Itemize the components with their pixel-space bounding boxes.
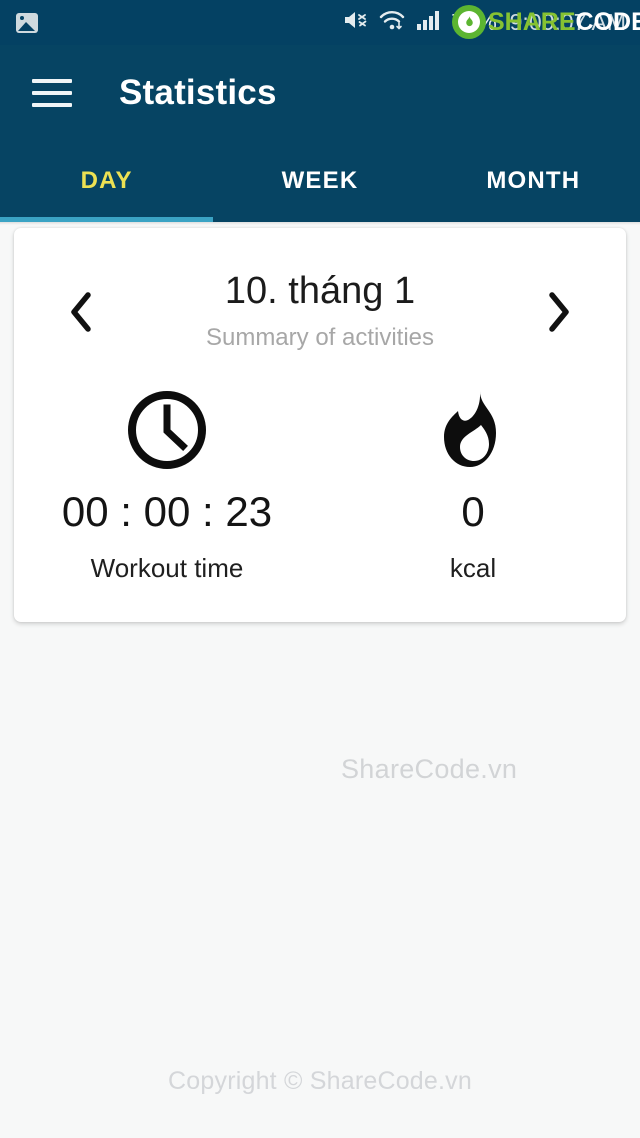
clock-icon: [126, 390, 208, 470]
date-block: 10. tháng 1 Summary of activities: [104, 270, 536, 352]
volume-mute-icon: [343, 8, 370, 37]
leaf-glyph-icon: [466, 16, 473, 27]
status-bar-notifications: [16, 12, 38, 33]
date-subtitle: Summary of activities: [205, 323, 435, 351]
flame-icon: [440, 390, 506, 470]
tab-day-label: DAY: [80, 167, 133, 194]
content-area: 10. tháng 1 Summary of activities 00 : 0…: [0, 225, 640, 1135]
tab-month[interactable]: MONTH: [427, 140, 640, 222]
chevron-right-icon[interactable]: [536, 289, 582, 335]
tab-week-label: WEEK: [281, 167, 359, 194]
date-navigator: 10. tháng 1 Summary of activities: [14, 228, 626, 352]
selected-date: 10. tháng 1: [224, 270, 416, 312]
calories-value: 0: [461, 487, 485, 535]
photo-notification-icon: [16, 12, 38, 33]
chevron-left-icon[interactable]: [58, 289, 104, 335]
page-title: Statistics: [119, 72, 277, 112]
tab-day[interactable]: DAY: [0, 140, 213, 222]
watermark-share-text: SHARECODE.vn: [488, 7, 640, 36]
stat-calories: 0 kcal: [320, 390, 626, 584]
tab-month-label: MONTH: [486, 167, 581, 194]
active-tab-indicator: [0, 217, 213, 222]
cellular-signal-icon: [416, 8, 442, 37]
wifi-icon: [379, 8, 407, 37]
inline-watermark-text: ShareCode.vn: [341, 754, 518, 784]
sharecode-badge-icon: [452, 5, 486, 39]
hamburger-bar: [32, 90, 72, 95]
workout-time-value: 00 : 00 : 23: [61, 487, 273, 535]
tab-week[interactable]: WEEK: [213, 140, 426, 222]
sharecode-watermark-logo: SHARECODE.vn: [452, 5, 640, 39]
status-bar: 72% 9:00:07 AM SHARECODE.vn: [0, 0, 640, 45]
hamburger-bar: [32, 78, 72, 83]
daily-summary-card: 10. tháng 1 Summary of activities 00 : 0…: [14, 228, 626, 622]
period-tab-bar: DAY WEEK MONTH: [0, 140, 640, 222]
stat-workout-time: 00 : 00 : 23 Workout time: [14, 390, 320, 584]
calories-label: kcal: [449, 552, 497, 583]
hamburger-bar: [32, 102, 72, 107]
stats-row: 00 : 00 : 23 Workout time 0 kcal: [14, 390, 626, 584]
hamburger-menu-icon[interactable]: [32, 78, 72, 107]
footer-copyright: Copyright © ShareCode.vn: [168, 1067, 472, 1095]
workout-time-label: Workout time: [90, 552, 244, 583]
app-bar: Statistics: [0, 45, 640, 140]
